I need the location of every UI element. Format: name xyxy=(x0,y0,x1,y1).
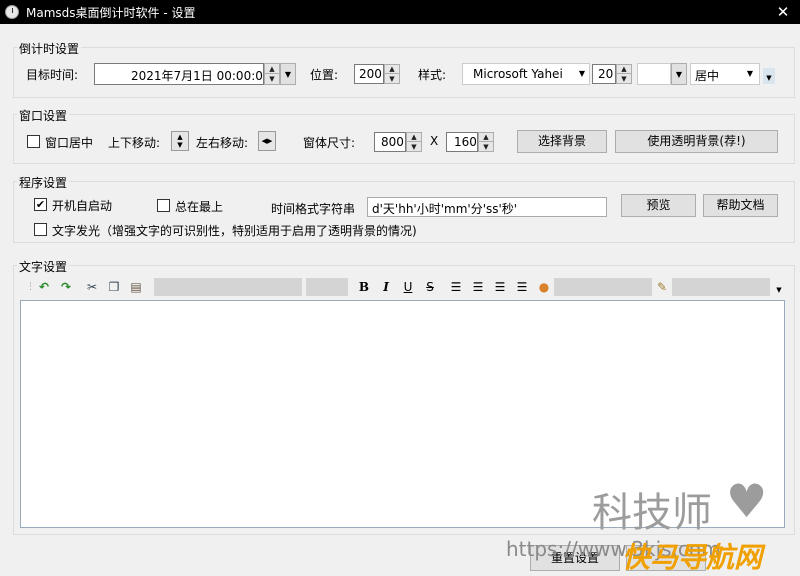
countdown-legend: 倒计时设置 xyxy=(17,40,82,57)
window-title: Mamsds桌面倒计时软件 - 设置 xyxy=(26,6,196,20)
transparent-background-button[interactable]: 使用透明背景(荐!) xyxy=(615,130,778,153)
autostart-label: 开机自启动 xyxy=(52,199,113,213)
autostart-checkbox[interactable]: ✔ xyxy=(34,198,47,211)
editor-toolbar: ⋮ ↶ ↷ ✂ ❐ ▤ B I U S ☰ ☰ ☰ ☰ ● ✎ ▼ xyxy=(22,276,784,298)
cut-icon[interactable]: ✂ xyxy=(84,279,100,295)
brand-watermark: 科技师 xyxy=(592,490,712,536)
window-height-field[interactable]: 160 xyxy=(446,132,478,152)
chevron-down-icon: ▼ xyxy=(746,69,753,78)
align-right-icon[interactable]: ☰ xyxy=(492,279,508,295)
highlight-color-combo[interactable] xyxy=(672,278,770,296)
align-extra-icon[interactable]: ▼ xyxy=(763,68,775,84)
font-size-combo[interactable] xyxy=(306,278,348,296)
window-size-label: 窗体尺寸: xyxy=(303,136,356,150)
spin-down-icon[interactable]: ▼ xyxy=(617,74,631,83)
site-watermark: 快马导航网 xyxy=(622,541,763,574)
spin-down-icon[interactable]: ▼ xyxy=(385,74,399,83)
target-time-field[interactable]: 2021年7月1日 00:00:00 xyxy=(94,63,264,85)
window-width-spinner[interactable]: ▲ ▼ xyxy=(406,132,422,152)
spin-up-icon[interactable]: ▲ xyxy=(479,133,493,142)
center-window-checkbox[interactable] xyxy=(27,135,40,148)
bold-icon[interactable]: B xyxy=(356,279,372,295)
updown-label: 上下移动: xyxy=(108,136,161,150)
spin-down-icon[interactable]: ▼ xyxy=(265,74,279,84)
program-settings-legend: 程序设置 xyxy=(17,174,70,191)
text-glow-checkbox[interactable] xyxy=(34,223,47,236)
align-left-icon[interactable]: ☰ xyxy=(448,279,464,295)
date-dropdown-button[interactable]: ▼ xyxy=(280,63,296,85)
window-settings-legend: 窗口设置 xyxy=(17,107,70,124)
topmost-label: 总在最上 xyxy=(175,200,224,214)
heart-icon: ♥ xyxy=(726,474,768,528)
format-string-label: 时间格式字符串 xyxy=(271,202,356,216)
target-time-label: 目标时间: xyxy=(26,68,79,82)
spin-up-icon[interactable]: ▲ xyxy=(617,65,631,74)
window-height-spinner[interactable]: ▲ ▼ xyxy=(478,132,494,152)
underline-icon[interactable]: U xyxy=(400,279,416,295)
preview-button[interactable]: 预览 xyxy=(621,194,696,217)
align-select[interactable]: 居中 ▼ xyxy=(690,63,760,85)
font-select[interactable]: Microsoft Yahei ▼ xyxy=(462,63,590,85)
arrow-right-icon: ▶ xyxy=(267,137,273,145)
target-time-spinner[interactable]: ▲ ▼ xyxy=(264,63,280,85)
strikethrough-icon[interactable]: S xyxy=(422,279,438,295)
spin-down-icon[interactable]: ▼ xyxy=(479,142,493,151)
align-center-icon[interactable]: ☰ xyxy=(470,279,486,295)
style-label: 样式: xyxy=(418,68,447,82)
window-width-field[interactable]: 800 xyxy=(374,132,406,152)
format-string-input[interactable]: d'天'hh'小时'mm'分'ss'秒' xyxy=(367,197,607,217)
close-button[interactable]: ✕ xyxy=(766,0,800,24)
chevron-down-icon: ▼ xyxy=(578,69,585,78)
leftright-label: 左右移动: xyxy=(196,136,249,150)
text-glow-label: 文字发光（增强文字的可识别性，特别适用于启用了透明背景的情况) xyxy=(52,224,417,238)
align-justify-icon[interactable]: ☰ xyxy=(514,279,530,295)
toolbar-grip-icon: ⋮ xyxy=(26,282,35,292)
text-settings-legend: 文字设置 xyxy=(17,258,70,275)
palette-icon[interactable]: ● xyxy=(536,279,552,295)
font-size-spinner[interactable]: ▲ ▼ xyxy=(616,64,632,84)
toolbar-overflow-icon[interactable]: ▼ xyxy=(771,282,787,298)
brush-icon[interactable]: ✎ xyxy=(654,279,670,295)
color-select[interactable] xyxy=(637,63,671,85)
paste-icon[interactable]: ▤ xyxy=(128,279,144,295)
help-docs-button[interactable]: 帮助文档 xyxy=(703,194,778,217)
arrow-up-icon: ▲ xyxy=(177,133,183,141)
position-spinner[interactable]: ▲ ▼ xyxy=(384,64,400,84)
color-dropdown-button[interactable]: ▼ xyxy=(671,63,687,85)
title-bar: Mamsds桌面倒计时软件 - 设置 ✕ xyxy=(0,0,800,24)
topmost-checkbox[interactable] xyxy=(157,199,170,212)
center-window-label: 窗口居中 xyxy=(45,136,94,150)
size-x-label: X xyxy=(430,134,439,148)
app-icon xyxy=(5,5,19,19)
font-size-field[interactable]: 20 xyxy=(592,64,616,84)
select-background-button[interactable]: 选择背景 xyxy=(517,130,607,153)
redo-icon[interactable]: ↷ xyxy=(58,279,74,295)
text-color-combo[interactable] xyxy=(554,278,652,296)
position-label: 位置: xyxy=(310,68,339,82)
italic-icon[interactable]: I xyxy=(378,279,394,295)
spin-up-icon[interactable]: ▲ xyxy=(407,133,421,142)
font-family-combo[interactable] xyxy=(154,278,302,296)
arrow-down-icon: ▼ xyxy=(177,141,183,149)
move-updown-button[interactable]: ▲ ▼ xyxy=(171,131,189,151)
spin-up-icon[interactable]: ▲ xyxy=(385,65,399,74)
spin-up-icon[interactable]: ▲ xyxy=(265,64,279,74)
copy-icon[interactable]: ❐ xyxy=(106,279,122,295)
move-leftright-button[interactable]: ◀ ▶ xyxy=(258,131,276,151)
spin-down-icon[interactable]: ▼ xyxy=(407,142,421,151)
undo-icon[interactable]: ↶ xyxy=(36,279,52,295)
position-field[interactable]: 200 xyxy=(354,64,384,84)
